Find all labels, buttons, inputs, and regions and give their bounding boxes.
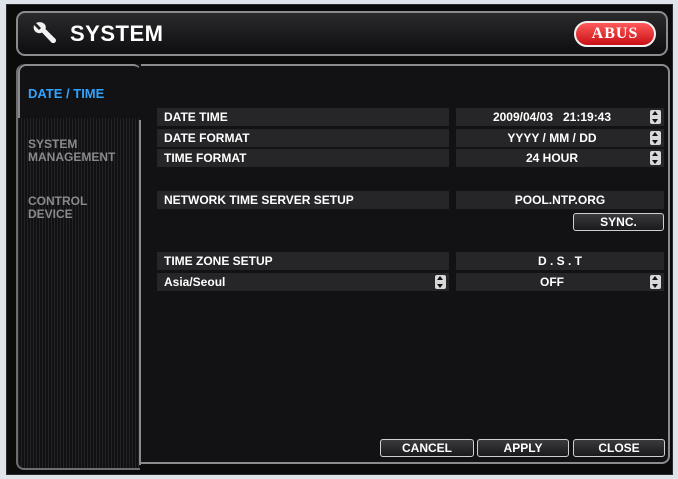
close-button[interactable]: CLOSE bbox=[573, 439, 665, 457]
ntp-server-field[interactable]: POOL.NTP.ORG bbox=[456, 191, 664, 209]
time-format-value: 24 HOUR bbox=[525, 151, 578, 165]
ntp-server-value: POOL.NTP.ORG bbox=[514, 193, 606, 207]
date-format-value: YYYY / MM / DD bbox=[507, 131, 597, 145]
panel-divider bbox=[139, 118, 141, 465]
date-time-value: 2009/04/03 21:19:43 bbox=[492, 110, 612, 124]
tab-control-device-line2: DEVICE bbox=[28, 207, 73, 221]
dst-select[interactable]: OFF bbox=[456, 273, 664, 291]
dst-value: OFF bbox=[540, 275, 564, 289]
tab-system-management[interactable]: SYSTEM MANAGEMENT bbox=[28, 138, 115, 164]
tab-date-time-label: DATE / TIME bbox=[28, 86, 105, 101]
time-format-label: TIME FORMAT bbox=[157, 149, 449, 167]
apply-button[interactable]: APPLY bbox=[477, 439, 569, 457]
sync-button[interactable]: SYNC. bbox=[573, 213, 664, 231]
date-format-select[interactable]: YYYY / MM / DD bbox=[456, 129, 664, 147]
dst-label: D . S . T bbox=[456, 252, 664, 270]
date-time-label: DATE TIME bbox=[157, 108, 449, 126]
time-format-spinner-icon[interactable] bbox=[650, 151, 661, 165]
tab-connector bbox=[139, 64, 141, 120]
date-format-spinner-icon[interactable] bbox=[650, 131, 661, 145]
ntp-label: NETWORK TIME SERVER SETUP bbox=[157, 191, 449, 209]
side-tab-panel bbox=[16, 64, 140, 470]
tab-date-time[interactable]: DATE / TIME bbox=[18, 64, 141, 118]
date-format-label: DATE FORMAT bbox=[157, 129, 449, 147]
cancel-button[interactable]: CANCEL bbox=[380, 439, 474, 457]
time-zone-value: Asia/Seoul bbox=[164, 275, 226, 289]
tab-system-management-line2: MANAGEMENT bbox=[28, 150, 116, 164]
time-zone-spinner-icon[interactable] bbox=[435, 275, 446, 289]
logo-text: ABUS bbox=[591, 25, 639, 42]
abus-logo: ABUS bbox=[574, 21, 656, 47]
time-zone-select[interactable]: Asia/Seoul bbox=[157, 273, 449, 291]
title-bar: SYSTEM ABUS bbox=[16, 11, 668, 56]
dst-spinner-icon[interactable] bbox=[650, 275, 661, 289]
window-title: SYSTEM bbox=[70, 21, 164, 46]
date-time-field[interactable]: 2009/04/03 21:19:43 bbox=[456, 108, 664, 126]
time-zone-label: TIME ZONE SETUP bbox=[157, 252, 449, 270]
date-time-spinner-icon[interactable] bbox=[650, 110, 661, 124]
wrench-icon bbox=[33, 22, 57, 44]
time-format-select[interactable]: 24 HOUR bbox=[456, 149, 664, 167]
tab-control-device[interactable]: CONTROL DEVICE bbox=[28, 195, 87, 221]
